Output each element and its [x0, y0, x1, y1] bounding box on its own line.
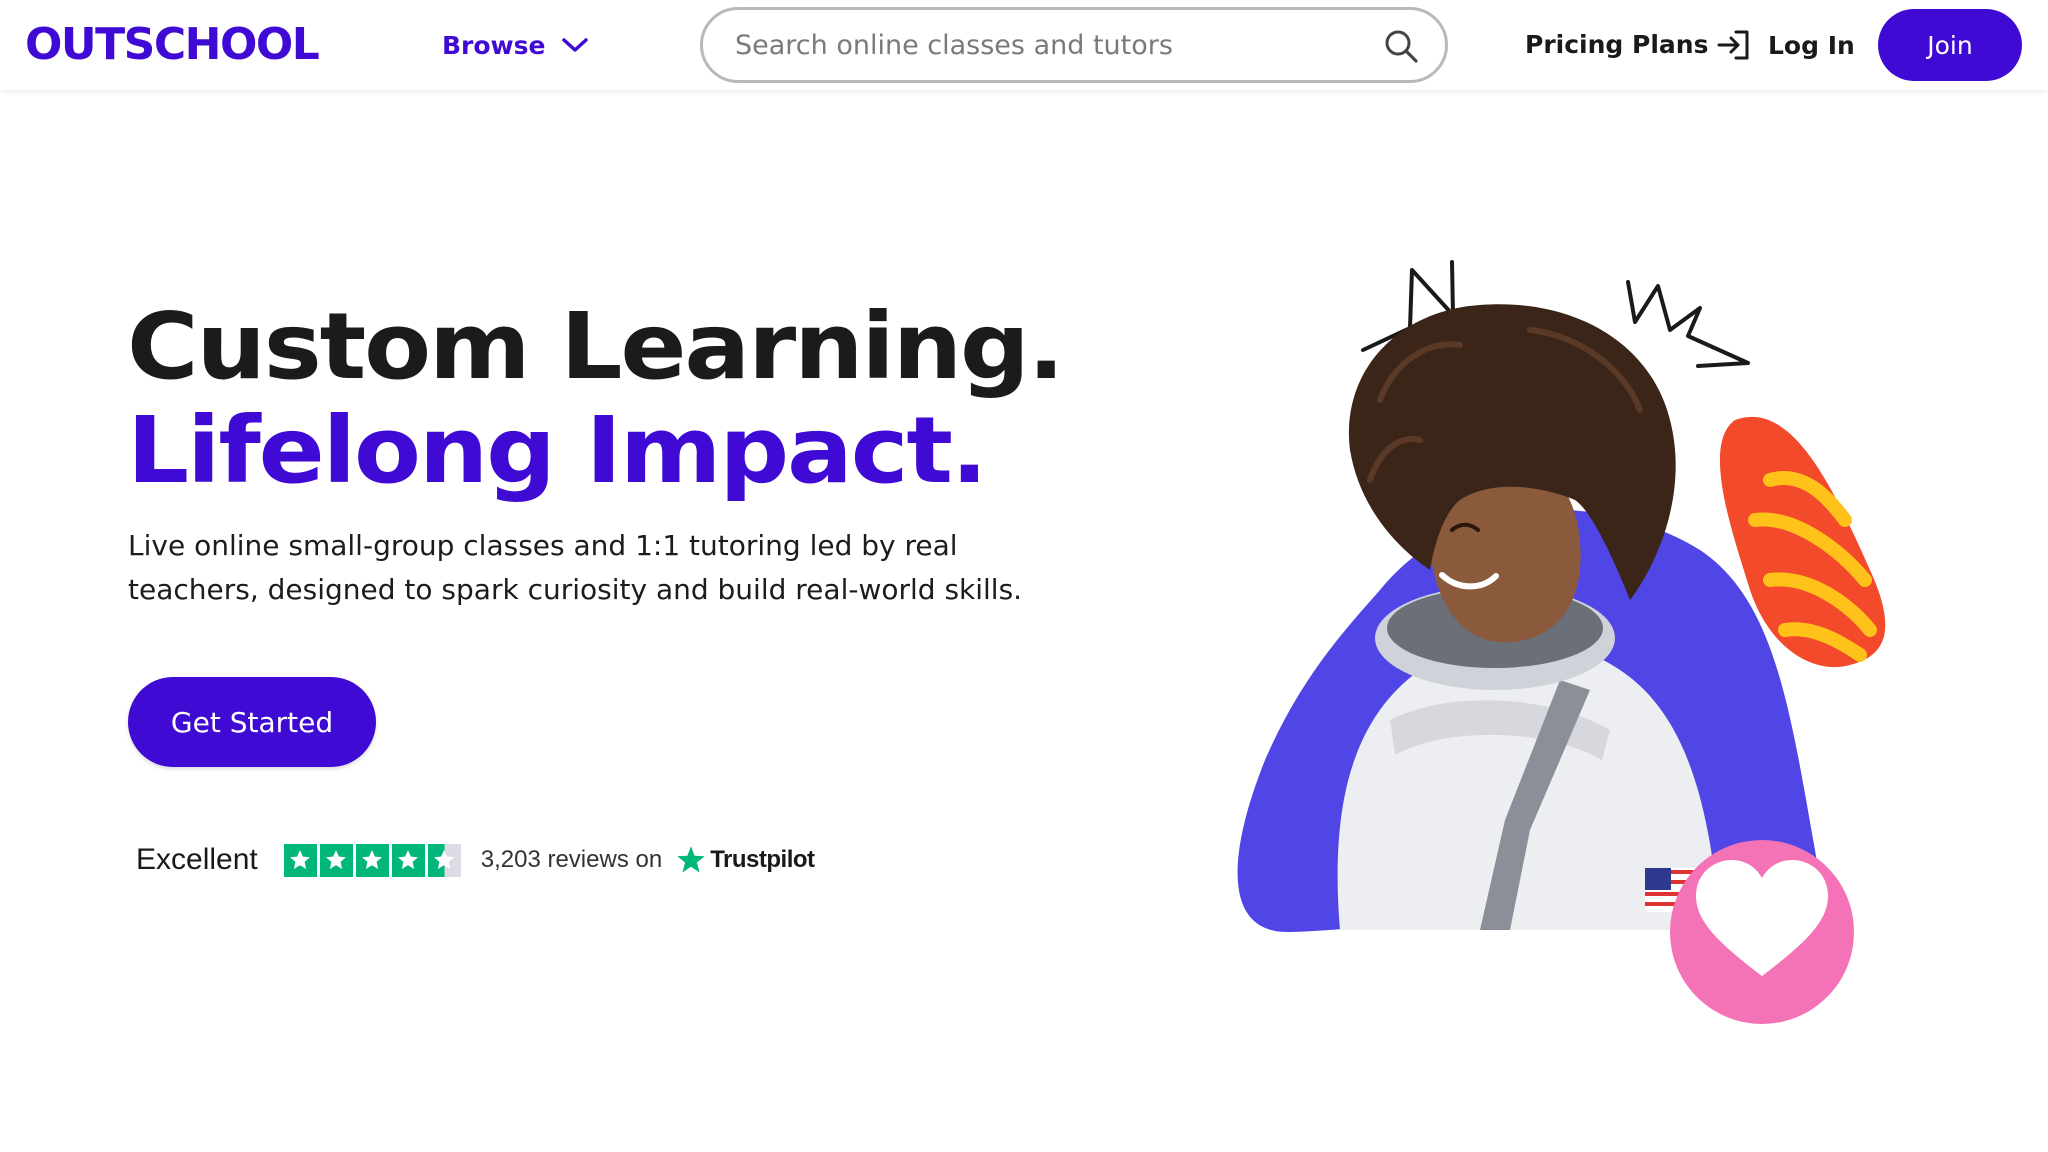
star-icon: [319, 843, 353, 877]
trustpilot-stars: [283, 843, 461, 877]
star-icon: [283, 843, 317, 877]
hero-illustration: [1237, 260, 1886, 1024]
headline-line-2: Lifelong Impact.: [127, 397, 988, 504]
login-button[interactable]: Log In: [1716, 24, 1855, 66]
get-started-button[interactable]: Get Started: [128, 677, 376, 767]
trustpilot-star-icon: [677, 846, 705, 873]
top-nav: OUTSCHOOL Browse Pricing Plans Log In Jo…: [0, 0, 2048, 90]
trustpilot-review-count: 3,203 reviews on: [480, 846, 663, 873]
trustpilot-widget[interactable]: Excellent 3,203 reviews on Trustpilot: [136, 838, 815, 882]
headline-line-1: Custom Learning.: [127, 293, 1065, 400]
trustpilot-brand: Trustpilot: [710, 846, 815, 873]
trustpilot-rating-word: Excellent: [136, 843, 258, 876]
chevron-down-icon: [561, 38, 588, 52]
search-input[interactable]: [735, 29, 1335, 61]
join-button[interactable]: Join: [1878, 9, 2022, 81]
half-star-icon: [427, 843, 461, 877]
outschool-logo[interactable]: OUTSCHOOL: [25, 18, 320, 72]
trustpilot-logo[interactable]: Trustpilot: [676, 845, 815, 875]
star-icon: [391, 843, 425, 877]
pricing-plans-link[interactable]: Pricing Plans: [1525, 24, 1708, 66]
hero-subcopy: Live online small-group classes and 1:1 …: [128, 529, 1023, 606]
browse-menu[interactable]: Browse: [442, 24, 590, 66]
search-icon[interactable]: [1383, 28, 1419, 64]
star-icon: [355, 843, 389, 877]
browse-label: Browse: [442, 30, 546, 60]
heart-badge: [1670, 840, 1854, 1024]
login-arrow-icon: [1717, 30, 1749, 60]
search-bar[interactable]: [700, 7, 1448, 83]
login-label: Log In: [1768, 30, 1855, 60]
